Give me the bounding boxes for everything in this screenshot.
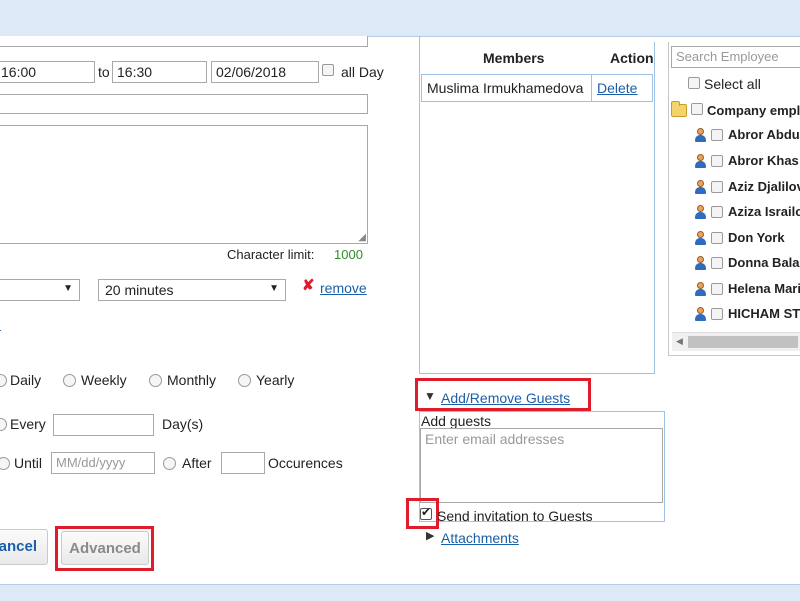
members-column-header: Members bbox=[483, 50, 545, 66]
date-input[interactable]: 02/06/2018 bbox=[211, 61, 319, 83]
every-radio[interactable] bbox=[0, 418, 7, 431]
recurrence-yearly-radio[interactable] bbox=[238, 374, 251, 387]
character-limit-value: 1000 bbox=[334, 247, 363, 262]
action-column-header: Action bbox=[610, 50, 654, 66]
advanced-button[interactable]: Advanced bbox=[61, 531, 149, 565]
reminder-type-select[interactable]: ▼ bbox=[0, 279, 80, 301]
employee-name: Aziz Djalilov bbox=[728, 179, 800, 194]
company-group-label: Company empl bbox=[707, 103, 800, 118]
user-icon bbox=[694, 282, 706, 296]
character-limit-label: Character limit: bbox=[227, 247, 315, 262]
after-radio[interactable] bbox=[163, 457, 176, 470]
to-label: to bbox=[98, 64, 110, 80]
user-icon bbox=[694, 231, 706, 245]
every-days-input[interactable] bbox=[53, 414, 154, 436]
user-icon bbox=[694, 128, 706, 142]
send-invitation-checkbox[interactable] bbox=[420, 505, 432, 520]
remove-icon[interactable]: ✘ bbox=[302, 276, 315, 294]
employee-name: Abror Khas bbox=[728, 153, 799, 168]
dialog-bottom-bar bbox=[0, 584, 800, 601]
title-input[interactable] bbox=[0, 36, 368, 47]
location-input[interactable] bbox=[0, 94, 368, 114]
all-day-label: all Day bbox=[341, 64, 384, 80]
until-label: Until bbox=[14, 455, 43, 471]
triangle-down-icon[interactable]: ▼ bbox=[424, 389, 436, 403]
description-textarea[interactable]: ◢ bbox=[0, 125, 368, 244]
recurrence-monthly-label: Monthly bbox=[167, 372, 217, 388]
employee-checkbox[interactable] bbox=[711, 308, 723, 320]
after-label: After bbox=[182, 455, 212, 471]
delete-member-link[interactable]: Delete bbox=[597, 80, 637, 96]
select-all-checkbox[interactable] bbox=[688, 77, 700, 89]
employee-checkbox[interactable] bbox=[711, 283, 723, 295]
employee-checkbox[interactable] bbox=[711, 257, 723, 269]
folder-icon bbox=[671, 101, 687, 117]
add-guests-label: Add guests bbox=[421, 413, 492, 429]
member-name: Muslima Irmukhamedova bbox=[427, 80, 584, 96]
employee-name: Abror Abdu bbox=[728, 127, 800, 142]
table-row: Muslima Irmukhamedova Delete bbox=[421, 74, 653, 102]
reminder-minutes-value: 20 minutes bbox=[105, 282, 174, 298]
cancel-button[interactable]: ancel bbox=[0, 529, 48, 565]
reminder-minutes-select[interactable]: 20 minutes ▼ bbox=[98, 279, 286, 301]
remove-link[interactable]: remove bbox=[320, 280, 367, 296]
chevron-down-icon: ▼ bbox=[63, 283, 73, 294]
employee-checkbox[interactable] bbox=[711, 181, 723, 193]
every-label: Every bbox=[10, 416, 46, 432]
employee-list-scrollbar[interactable]: ◀ bbox=[672, 332, 800, 351]
scroll-left-icon[interactable]: ◀ bbox=[676, 336, 683, 347]
employee-name: Helena Mari bbox=[728, 281, 800, 296]
recurrence-yearly-label: Yearly bbox=[256, 372, 295, 388]
employee-name: HICHAM ST bbox=[728, 306, 800, 321]
user-icon bbox=[694, 307, 706, 321]
left-edge-link-fragment[interactable] bbox=[0, 316, 1, 332]
recurrence-monthly-radio[interactable] bbox=[149, 374, 162, 387]
employee-name: Don York bbox=[728, 230, 785, 245]
guest-email-textarea[interactable]: Enter email addresses bbox=[420, 428, 663, 503]
recurrence-daily-radio[interactable] bbox=[0, 374, 7, 387]
user-icon bbox=[694, 205, 706, 219]
days-label: Day(s) bbox=[162, 416, 204, 432]
scrollbar-thumb[interactable] bbox=[688, 336, 798, 348]
user-icon bbox=[694, 180, 706, 194]
send-invitation-label: Send invitation to Guests bbox=[437, 508, 593, 524]
after-occurrences-input[interactable] bbox=[221, 452, 265, 474]
search-employee-input[interactable]: Search Employee bbox=[671, 46, 800, 68]
employee-checkbox[interactable] bbox=[711, 232, 723, 244]
cell-divider bbox=[591, 75, 592, 101]
recurrence-daily-label: Daily bbox=[10, 372, 42, 388]
chevron-down-icon: ▼ bbox=[269, 283, 279, 294]
select-all-label: Select all bbox=[704, 76, 761, 92]
user-icon bbox=[694, 256, 706, 270]
employee-name: Donna Bala bbox=[728, 255, 800, 270]
attachments-link[interactable]: Attachments bbox=[441, 530, 519, 546]
start-time-input[interactable]: 16:00 bbox=[0, 61, 95, 83]
triangle-right-icon[interactable]: ▶ bbox=[426, 529, 434, 542]
until-radio[interactable] bbox=[0, 457, 10, 470]
user-icon bbox=[694, 154, 706, 168]
occurrences-label: Occurences bbox=[268, 455, 343, 471]
until-date-input[interactable]: MM/dd/yyyy bbox=[51, 452, 155, 474]
add-remove-guests-link[interactable]: Add/Remove Guests bbox=[441, 390, 570, 406]
all-day-checkbox[interactable] bbox=[322, 64, 334, 76]
resize-grip-icon: ◢ bbox=[358, 232, 366, 243]
employee-checkbox[interactable] bbox=[711, 155, 723, 167]
company-group-checkbox[interactable] bbox=[691, 103, 703, 115]
dialog-title-bar bbox=[0, 0, 800, 37]
employee-name: Aziza Israilo bbox=[728, 204, 800, 219]
employee-checkbox[interactable] bbox=[711, 129, 723, 141]
end-time-input[interactable]: 16:30 bbox=[112, 61, 207, 83]
employee-checkbox[interactable] bbox=[711, 206, 723, 218]
recurrence-weekly-label: Weekly bbox=[81, 372, 127, 388]
recurrence-weekly-radio[interactable] bbox=[63, 374, 76, 387]
